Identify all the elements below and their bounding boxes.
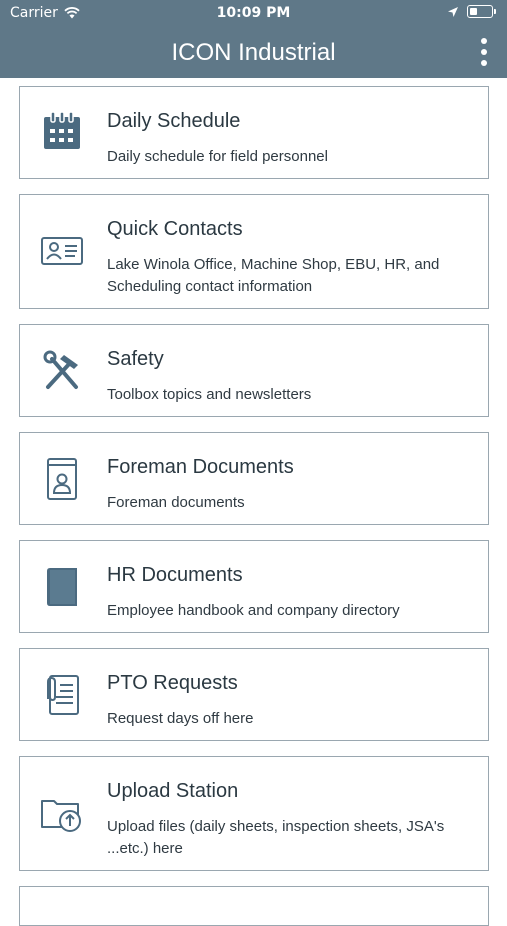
menu-item-foreman-documents[interactable]: Foreman Documents Foreman documents: [19, 432, 489, 525]
battery-icon: [467, 5, 496, 18]
menu-item-description: Daily schedule for field personnel: [107, 148, 328, 165]
folder-upload-icon: [40, 791, 84, 835]
location-arrow-icon: [448, 6, 458, 17]
status-time: 10:09 PM: [216, 5, 291, 21]
person-document-icon: [40, 457, 84, 501]
menu-item-description: Upload files (daily sheets, inspection s…: [107, 818, 445, 857]
calendar-icon: [40, 109, 84, 153]
paperclip-document-icon: [40, 673, 84, 717]
menu-item-title: Daily Schedule: [107, 110, 241, 132]
status-right: [447, 5, 496, 18]
menu-item-title: Upload Station: [107, 780, 239, 802]
menu-item-description: Lake Winola Office, Machine Shop, EBU, H…: [107, 256, 440, 295]
menu-item-title: HR Documents: [107, 564, 243, 586]
tools-icon: [40, 349, 84, 393]
nav-bar: ICON Industrial: [0, 28, 507, 78]
status-bar: Carrier 10:09 PM: [0, 0, 507, 28]
menu-item-title: PTO Requests: [107, 672, 238, 694]
menu-item-title: Safety: [107, 348, 164, 370]
more-menu-icon[interactable]: [479, 38, 489, 66]
menu-item-description: Request days off here: [107, 710, 254, 727]
menu-item-title: Quick Contacts: [107, 218, 243, 240]
menu-item-partial[interactable]: [19, 886, 489, 926]
contact-card-icon: [40, 229, 84, 273]
menu-item-description: Toolbox topics and newsletters: [107, 386, 312, 403]
menu-item-daily-schedule[interactable]: Daily Schedule Daily schedule for field …: [19, 86, 489, 179]
menu-list: Daily Schedule Daily schedule for field …: [0, 78, 507, 926]
app-title: ICON Industrial: [171, 39, 336, 66]
menu-item-description: Employee handbook and company directory: [107, 602, 400, 619]
menu-item-quick-contacts[interactable]: Quick Contacts Lake Winola Office, Machi…: [19, 194, 489, 309]
menu-item-safety[interactable]: Safety Toolbox topics and newsletters: [19, 324, 489, 417]
menu-item-title: Foreman Documents: [107, 456, 294, 478]
book-icon: [40, 565, 84, 609]
menu-item-description: Foreman documents: [107, 494, 245, 511]
menu-item-pto-requests[interactable]: PTO Requests Request days off here: [19, 648, 489, 741]
menu-item-hr-documents[interactable]: HR Documents Employee handbook and compa…: [19, 540, 489, 633]
menu-item-upload-station[interactable]: Upload Station Upload files (daily sheet…: [19, 756, 489, 871]
